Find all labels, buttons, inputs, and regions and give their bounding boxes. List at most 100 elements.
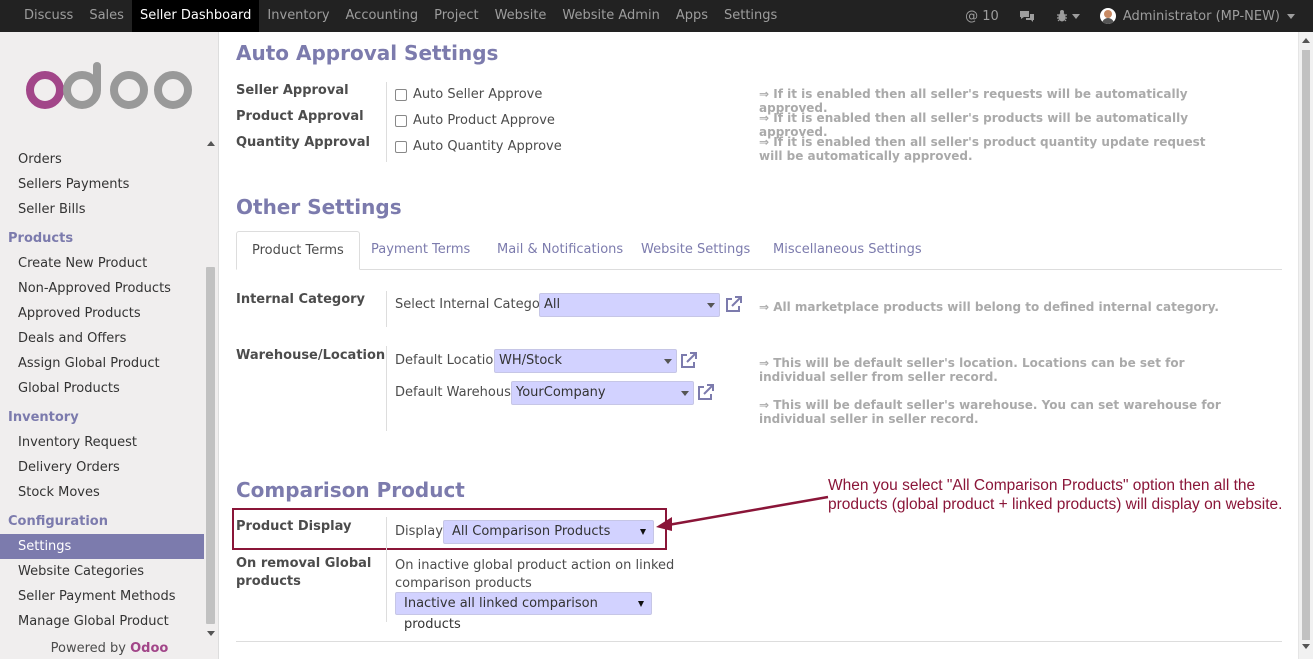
scroll-up-arrow-icon[interactable] [1302,38,1310,43]
menu-seller-dashboard[interactable]: Seller Dashboard [131,0,260,32]
caret-down-icon [707,303,715,308]
scroll-down-arrow-icon[interactable] [207,631,215,636]
sidebar-item-seller-payment-methods[interactable]: Seller Payment Methods [0,584,204,609]
sidebar: Orders Sellers Payments Seller Bills Pro… [0,32,219,659]
menu-sales[interactable]: Sales [81,0,132,32]
checkbox-box[interactable] [395,114,407,127]
tab-website-settings[interactable]: Website Settings [626,231,765,270]
systray: @ 10 Administrator (MP-NEW) [955,0,1313,32]
checkbox-box[interactable] [395,88,407,101]
sidebar-item-sellers-payments[interactable]: Sellers Payments [0,172,204,197]
auto-seller-approve-checkbox[interactable]: Auto Seller Approve [395,87,542,102]
scroll-down-arrow-icon[interactable] [1302,644,1310,649]
chat-icon[interactable] [1009,10,1045,23]
default-warehouse-select[interactable]: YourCompany [511,381,694,405]
caret-down-icon [640,529,646,535]
powered-by-brand[interactable]: Odoo [130,641,168,656]
menu-project[interactable]: Project [426,0,486,32]
other-settings-title: Other Settings [236,195,402,219]
sidebar-section-configuration: Configuration [8,514,108,529]
on-removal-select[interactable]: Inactive all linked comparison products [395,592,652,632]
auto-product-approve-checkbox[interactable]: Auto Product Approve [395,113,555,128]
external-link-icon[interactable] [724,296,742,314]
sidebar-section-inventory: Inventory [8,410,79,425]
menu-accounting[interactable]: Accounting [338,0,427,32]
checkbox-label[interactable]: Auto Quantity Approve [413,139,562,154]
sidebar-item-delivery-orders[interactable]: Delivery Orders [0,455,204,480]
top-navbar: Discuss Sales Seller Dashboard Inventory… [0,0,1313,32]
product-approval-label: Product Approval [236,109,364,124]
caret-down-icon [638,601,644,607]
field-divider [386,517,387,622]
sidebar-item-create-new-product[interactable]: Create New Product [0,251,204,276]
chevron-down-icon [1071,13,1080,19]
select-value: All Comparison Products [452,524,611,539]
sidebar-item-global-products[interactable]: Global Products [0,376,204,401]
external-link-icon[interactable] [696,384,714,402]
sidebar-item-inventory-request[interactable]: Inventory Request [0,430,204,455]
seller-approval-label: Seller Approval [236,83,349,98]
internal-category-select[interactable]: All [539,293,720,317]
powered-by-label: Powered by [50,641,126,656]
odoo-logo[interactable] [24,62,194,112]
field-divider [386,291,387,327]
auto-quantity-approve-checkbox[interactable]: Auto Quantity Approve [395,139,562,154]
on-removal-description: On inactive global product action on lin… [395,558,675,591]
checkbox-label[interactable]: Auto Seller Approve [413,87,542,102]
main-scrollbar[interactable] [1298,32,1313,659]
sidebar-item-website-categories[interactable]: Website Categories [0,559,204,584]
external-link-icon[interactable] [679,352,697,370]
tab-miscellaneous-settings[interactable]: Miscellaneous Settings [758,231,937,270]
select-value: All [544,297,561,312]
product-display-select[interactable]: All Comparison Products [443,520,654,544]
menu-inventory[interactable]: Inventory [259,0,337,32]
tab-mail-notifications[interactable]: Mail & Notifications [482,231,638,270]
field-divider [386,82,387,162]
checkbox-label[interactable]: Auto Product Approve [413,113,555,128]
sidebar-item-orders[interactable]: Orders [0,147,204,172]
annotation-arrow [656,495,829,531]
avatar [1099,8,1116,24]
user-menu[interactable]: Administrator (MP-NEW) [1090,8,1305,24]
divider [236,641,1282,642]
sidebar-menu: Orders Sellers Payments Seller Bills Pro… [0,147,204,634]
on-removal-global-products-label: On removal Global products [236,556,372,589]
annotation-text: When you select "All Comparison Products… [828,477,1283,513]
sidebar-item-settings[interactable]: Settings [0,534,204,559]
tab-product-terms[interactable]: Product Terms [236,231,360,270]
sidebar-item-stock-moves[interactable]: Stock Moves [0,480,204,505]
quantity-approval-label: Quantity Approval [236,135,370,150]
sidebar-item-seller-bills[interactable]: Seller Bills [0,197,204,222]
caret-down-icon [681,391,689,396]
settings-tabs: Product Terms Payment Terms Mail & Notif… [236,231,1282,270]
default-warehouse-help: ⇒ This will be default seller's warehous… [759,398,1221,426]
tab-payment-terms[interactable]: Payment Terms [356,231,485,270]
display-label: Display [395,524,443,539]
menu-apps[interactable]: Apps [668,0,716,32]
scrollbar-thumb[interactable] [206,267,215,624]
menu-settings[interactable]: Settings [716,0,785,32]
checkbox-box[interactable] [395,140,407,153]
user-name: Administrator (MP-NEW) [1122,8,1280,24]
menu-website[interactable]: Website [487,0,555,32]
internal-category-help: ⇒ All marketplace products will belong t… [759,300,1219,314]
chevron-down-icon [1287,13,1295,19]
field-divider [386,346,387,431]
warehouse-location-label: Warehouse/Location [236,348,386,363]
debug-bug-icon[interactable] [1045,9,1090,23]
menu-website-admin[interactable]: Website Admin [554,0,667,32]
default-location-label: Default Location [395,353,502,368]
sidebar-item-non-approved-products[interactable]: Non-Approved Products [0,276,204,301]
sidebar-item-approved-products[interactable]: Approved Products [0,301,204,326]
default-location-select[interactable]: WH/Stock [494,349,677,373]
sidebar-item-manage-global-product[interactable]: Manage Global Product [0,609,204,634]
menu-discuss[interactable]: Discuss [16,0,81,32]
select-value: WH/Stock [499,353,562,368]
sidebar-item-deals-and-offers[interactable]: Deals and Offers [0,326,204,351]
scroll-up-arrow-icon[interactable] [207,141,215,146]
scrollbar-thumb[interactable] [1302,50,1310,640]
mentions-counter[interactable]: @ 10 [955,9,1009,24]
sidebar-scrollbar[interactable] [204,137,217,640]
sidebar-item-assign-global-product[interactable]: Assign Global Product [0,351,204,376]
default-warehouse-label: Default Warehouse [395,385,519,400]
